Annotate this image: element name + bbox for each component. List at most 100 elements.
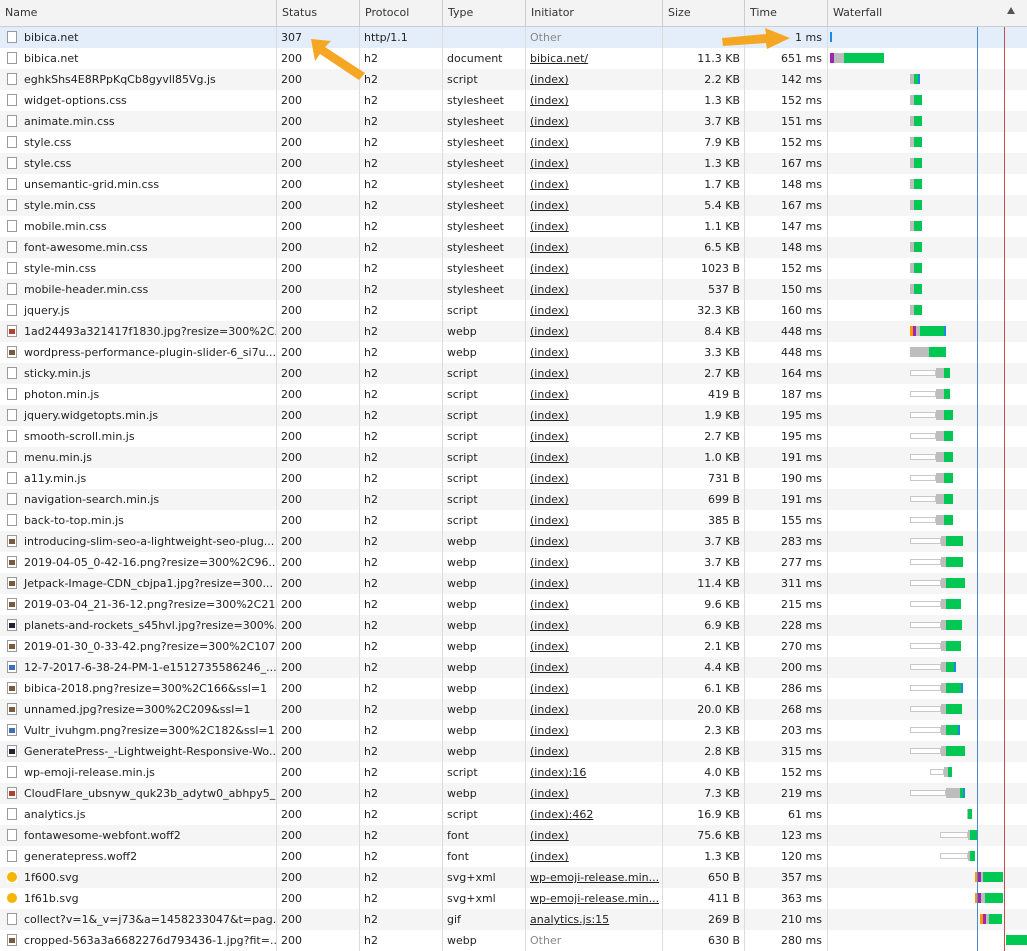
request-initiator[interactable]: (index): [526, 825, 663, 846]
request-name[interactable]: analytics.js: [0, 804, 277, 825]
request-name[interactable]: photon.min.js: [0, 384, 277, 405]
table-row[interactable]: planets-and-rockets_s45hvl.jpg?resize=30…: [0, 615, 1027, 636]
request-initiator[interactable]: (index): [526, 111, 663, 132]
initiator-link[interactable]: wp-emoji-release.min...: [530, 871, 659, 884]
table-row[interactable]: 1f600.svg 200 h2 svg+xml wp-emoji-release.mi…: [0, 867, 1027, 888]
table-row[interactable]: 2019-03-04_21-36-12.png?resize=300%2C21.…: [0, 594, 1027, 615]
request-initiator[interactable]: wp-emoji-release.min...: [526, 888, 663, 909]
table-row[interactable]: back-to-top.min.js 200 h2 script (index) 385 …: [0, 510, 1027, 531]
initiator-link[interactable]: (index): [530, 661, 569, 674]
request-name[interactable]: GeneratePress-_-Lightweight-Responsive-W…: [0, 741, 277, 762]
request-initiator[interactable]: (index): [526, 720, 663, 741]
request-name[interactable]: a11y.min.js: [0, 468, 277, 489]
request-name[interactable]: style.css: [0, 153, 277, 174]
initiator-link[interactable]: (index): [530, 388, 569, 401]
request-initiator[interactable]: (index): [526, 741, 663, 762]
table-row[interactable]: unnamed.jpg?resize=300%2C209&ssl=1 200 h2 w…: [0, 699, 1027, 720]
table-row[interactable]: smooth-scroll.min.js 200 h2 script (index) 2.…: [0, 426, 1027, 447]
table-row[interactable]: navigation-search.min.js 200 h2 script (inde…: [0, 489, 1027, 510]
request-initiator[interactable]: (index): [526, 384, 663, 405]
request-initiator[interactable]: (index): [526, 90, 663, 111]
request-name[interactable]: generatepress.woff2: [0, 846, 277, 867]
request-name[interactable]: 2019-04-05_0-42-16.png?resize=300%2C96..…: [0, 552, 277, 573]
request-initiator[interactable]: (index): [526, 657, 663, 678]
initiator-link[interactable]: (index): [530, 850, 569, 863]
request-initiator[interactable]: wp-emoji-release.min...: [526, 867, 663, 888]
request-name[interactable]: cropped-563a3a6682276d793436-1.jpg?fit=.…: [0, 930, 277, 951]
request-initiator[interactable]: (index): [526, 783, 663, 804]
initiator-link[interactable]: (index): [530, 367, 569, 380]
initiator-link[interactable]: (index): [530, 514, 569, 527]
sort-ascending-icon[interactable]: [1007, 7, 1015, 14]
request-initiator[interactable]: (index): [526, 174, 663, 195]
initiator-link[interactable]: (index):16: [530, 766, 586, 779]
request-name[interactable]: 2019-01-30_0-33-42.png?resize=300%2C107.…: [0, 636, 277, 657]
request-name[interactable]: font-awesome.min.css: [0, 237, 277, 258]
initiator-link[interactable]: (index): [530, 556, 569, 569]
request-initiator[interactable]: (index): [526, 468, 663, 489]
request-name[interactable]: style.min.css: [0, 195, 277, 216]
initiator-link[interactable]: (index): [530, 136, 569, 149]
column-header-protocol[interactable]: Protocol: [360, 0, 443, 26]
request-initiator[interactable]: (index): [526, 615, 663, 636]
request-name[interactable]: 12-7-2017-6-38-24-PM-1-e1512735586246_..…: [0, 657, 277, 678]
table-row[interactable]: analytics.js 200 h2 script (index):462 16.9 K…: [0, 804, 1027, 825]
table-row[interactable]: 1ad24493a321417f1830.jpg?resize=300%2C..…: [0, 321, 1027, 342]
request-name[interactable]: mobile-header.min.css: [0, 279, 277, 300]
request-initiator[interactable]: (index): [526, 321, 663, 342]
initiator-link[interactable]: (index): [530, 535, 569, 548]
initiator-link[interactable]: (index): [530, 598, 569, 611]
table-row[interactable]: eghkShs4E8RPpKqCb8gyvll85Vg.js 200 h2 scrip…: [0, 69, 1027, 90]
table-row[interactable]: mobile.min.css 200 h2 stylesheet (index) 1.1 …: [0, 216, 1027, 237]
initiator-link[interactable]: (index): [530, 430, 569, 443]
table-row[interactable]: jquery.widgetopts.min.js 200 h2 script (inde…: [0, 405, 1027, 426]
request-name[interactable]: collect?v=1&_v=j73&a=1458233047&t=pag...: [0, 909, 277, 930]
request-initiator[interactable]: (index): [526, 132, 663, 153]
column-header-name[interactable]: Name: [0, 0, 277, 26]
request-name[interactable]: wp-emoji-release.min.js: [0, 762, 277, 783]
request-initiator[interactable]: (index): [526, 426, 663, 447]
request-name[interactable]: animate.min.css: [0, 111, 277, 132]
initiator-link[interactable]: analytics.js:15: [530, 913, 609, 926]
table-row[interactable]: bibica-2018.png?resize=300%2C166&ssl=1 20…: [0, 678, 1027, 699]
request-name[interactable]: bibica.net: [0, 48, 277, 69]
table-row[interactable]: GeneratePress-_-Lightweight-Responsive-W…: [0, 741, 1027, 762]
initiator-link[interactable]: (index): [530, 703, 569, 716]
table-row[interactable]: style-min.css 200 h2 stylesheet (index) 1023 …: [0, 258, 1027, 279]
request-initiator[interactable]: (index): [526, 573, 663, 594]
request-name[interactable]: 1f600.svg: [0, 867, 277, 888]
request-initiator[interactable]: (index): [526, 300, 663, 321]
request-name[interactable]: Jetpack-Image-CDN_cbjpa1.jpg?resize=300.…: [0, 573, 277, 594]
request-initiator[interactable]: (index): [526, 195, 663, 216]
request-name[interactable]: fontawesome-webfont.woff2: [0, 825, 277, 846]
table-row[interactable]: fontawesome-webfont.woff2 200 h2 font (index…: [0, 825, 1027, 846]
request-name[interactable]: planets-and-rockets_s45hvl.jpg?resize=30…: [0, 615, 277, 636]
table-row[interactable]: style.min.css 200 h2 stylesheet (index) 5.4 K…: [0, 195, 1027, 216]
request-initiator[interactable]: (index): [526, 342, 663, 363]
table-row[interactable]: animate.min.css 200 h2 stylesheet (index) 3.7…: [0, 111, 1027, 132]
request-initiator[interactable]: (index): [526, 405, 663, 426]
request-initiator[interactable]: (index): [526, 531, 663, 552]
table-row[interactable]: photon.min.js 200 h2 script (index) 419 B 187 …: [0, 384, 1027, 405]
request-name[interactable]: 1ad24493a321417f1830.jpg?resize=300%2C..…: [0, 321, 277, 342]
request-initiator[interactable]: (index): [526, 363, 663, 384]
initiator-link[interactable]: (index): [530, 745, 569, 758]
table-row[interactable]: bibica.net 307 http/1.1 Other 1 ms: [0, 27, 1027, 48]
initiator-link[interactable]: (index): [530, 472, 569, 485]
request-initiator[interactable]: (index): [526, 216, 663, 237]
column-header-waterfall[interactable]: Waterfall: [828, 0, 1027, 26]
request-initiator[interactable]: (index): [526, 678, 663, 699]
column-header-time[interactable]: Time: [745, 0, 828, 26]
request-initiator[interactable]: (index): [526, 636, 663, 657]
request-name[interactable]: bibica-2018.png?resize=300%2C166&ssl=1: [0, 678, 277, 699]
initiator-link[interactable]: bibica.net/: [530, 52, 588, 65]
initiator-link[interactable]: (index): [530, 787, 569, 800]
table-row[interactable]: collect?v=1&_v=j73&a=1458233047&t=pag...…: [0, 909, 1027, 930]
request-name[interactable]: navigation-search.min.js: [0, 489, 277, 510]
table-row[interactable]: bibica.net 200 h2 document bibica.net/11.3 K…: [0, 48, 1027, 69]
request-name[interactable]: smooth-scroll.min.js: [0, 426, 277, 447]
initiator-link[interactable]: (index): [530, 829, 569, 842]
request-initiator[interactable]: (index): [526, 279, 663, 300]
request-name[interactable]: back-to-top.min.js: [0, 510, 277, 531]
table-row[interactable]: style.css 200 h2 stylesheet (index) 7.9 KB 152…: [0, 132, 1027, 153]
